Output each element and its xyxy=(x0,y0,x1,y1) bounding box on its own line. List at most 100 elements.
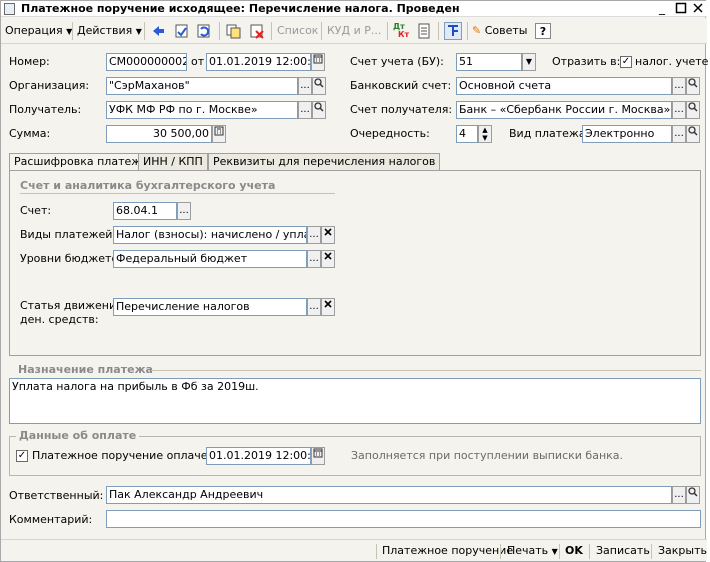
payment-type-select-button[interactable]: ... xyxy=(672,125,686,143)
organization-label: Организация: xyxy=(9,79,90,92)
payment-type-open-button[interactable] xyxy=(686,125,700,143)
operation-menu[interactable]: Операция ▼ xyxy=(5,22,72,40)
journal-button[interactable] xyxy=(415,22,433,40)
priority-field[interactable]: 4 xyxy=(456,125,478,143)
recipient-select-button[interactable]: ... xyxy=(298,101,312,119)
bank-account-open-button[interactable] xyxy=(686,77,700,95)
dropdown-arrow-icon: ▼ xyxy=(551,547,558,556)
payment-kind-clear-button[interactable] xyxy=(321,226,335,244)
move-back-button[interactable] xyxy=(149,22,167,40)
recipient-account-open-button[interactable] xyxy=(686,101,700,119)
spin-up-icon: ▲ xyxy=(482,126,488,134)
organization-open-button[interactable] xyxy=(312,77,326,95)
calendar-button[interactable] xyxy=(311,53,325,71)
recipient-open-button[interactable] xyxy=(312,101,326,119)
actions-menu[interactable]: Действия ▼ xyxy=(77,22,142,40)
help-button[interactable]: ? xyxy=(535,23,551,39)
budget-level-select-button[interactable]: ... xyxy=(307,250,321,268)
responsible-select-button[interactable]: ... xyxy=(672,486,686,504)
operation-label: Операция xyxy=(5,24,63,37)
payment-type-field[interactable]: Электронно xyxy=(582,125,672,143)
payment-order-print-button[interactable]: Платежное поручение xyxy=(382,543,513,559)
tab-tax-details[interactable]: Реквизиты для перечисления налогов xyxy=(208,153,441,171)
cash-flow-clear-button[interactable] xyxy=(321,298,335,316)
recipient-field[interactable]: УФК МФ РФ по г. Москве» xyxy=(106,101,298,119)
paid-checkbox[interactable]: ✓ xyxy=(16,450,28,462)
budget-level-label: Уровни бюджетов xyxy=(20,252,125,265)
chevron-down-icon: ▼ xyxy=(525,57,533,66)
print-menu-button[interactable]: Печать ▼ xyxy=(507,543,558,559)
responsible-open-button[interactable] xyxy=(686,486,700,504)
document-icon xyxy=(4,3,15,15)
account-bu-dropdown-button[interactable]: ▼ xyxy=(522,53,536,71)
calculator-button[interactable] xyxy=(212,125,226,143)
magnifier-icon xyxy=(688,78,698,88)
delete-document-icon xyxy=(250,24,264,39)
toolbar-separator xyxy=(219,22,220,40)
toolbar-separator xyxy=(72,22,73,40)
tax-accounting-checkbox[interactable]: ✓ xyxy=(620,56,632,68)
cash-flow-field[interactable]: Перечисление налогов xyxy=(113,298,307,316)
magnifier-icon xyxy=(688,126,698,136)
help-icon: ? xyxy=(539,25,547,38)
minimize-button[interactable]: _ xyxy=(655,2,669,15)
calculator-icon xyxy=(214,126,224,136)
post-document-icon xyxy=(175,24,188,38)
recipient-account-select-button[interactable]: ... xyxy=(672,101,686,119)
number-field[interactable]: СМ000000002 xyxy=(106,53,187,71)
save-button[interactable]: Записать xyxy=(596,543,650,559)
tips-icon: ✎ xyxy=(472,24,482,37)
delete-button[interactable] xyxy=(248,22,266,40)
command-separator xyxy=(376,544,377,559)
arrow-left-icon xyxy=(153,26,164,36)
close-window-button[interactable] xyxy=(691,2,705,15)
cash-flow-select-button[interactable]: ... xyxy=(307,298,321,316)
copy-button[interactable] xyxy=(224,22,242,40)
maximize-button[interactable] xyxy=(674,2,688,15)
tips-button[interactable]: ✎ Советы xyxy=(472,22,527,40)
clear-icon xyxy=(324,300,332,308)
toolbar-separator xyxy=(438,22,439,40)
command-separator xyxy=(500,544,501,559)
kud-button[interactable]: КУД и Р... xyxy=(327,22,381,40)
account-bu-field[interactable]: 51 xyxy=(456,53,522,71)
window-title: Платежное поручение исходящее: Перечисле… xyxy=(21,2,460,15)
tab-inn-kpp[interactable]: ИНН / КПП xyxy=(138,153,208,171)
analytics-account-field[interactable]: 68.04.1 xyxy=(113,202,177,220)
bank-account-field[interactable]: Основной счета xyxy=(456,77,672,95)
comment-label: Комментарий: xyxy=(9,513,93,526)
payment-kind-select-button[interactable]: ... xyxy=(307,226,321,244)
comment-field[interactable] xyxy=(106,510,701,528)
responsible-field[interactable]: Пак Александр Андреевич xyxy=(106,486,672,504)
paid-hint: Заполняется при поступлении выписки банк… xyxy=(351,449,624,462)
date-field[interactable]: 01.01.2019 12:00:06 xyxy=(206,53,311,71)
checkmark-icon: ✓ xyxy=(17,450,27,461)
actions-label: Действия xyxy=(77,24,133,37)
refresh-button[interactable] xyxy=(195,22,213,40)
purpose-textarea[interactable]: Уплата налога на прибыль в Фб за 2019ш. xyxy=(9,378,701,424)
paid-date-field[interactable]: 01.01.2019 12:00:06 xyxy=(206,447,311,465)
list-button[interactable]: Список xyxy=(277,22,318,40)
organization-select-button[interactable]: ... xyxy=(298,77,312,95)
recipient-account-field[interactable]: Банк – «Сбербанк России г. Москва» (Ра xyxy=(456,101,672,119)
priority-spinner[interactable]: ▲ ▼ xyxy=(478,125,492,143)
paid-date-calendar-button[interactable] xyxy=(311,447,325,465)
calendar-icon xyxy=(313,448,323,458)
analytics-account-select-button[interactable]: ... xyxy=(177,202,191,220)
ok-button[interactable]: OK xyxy=(565,543,583,559)
number-label: Номер: xyxy=(9,55,50,68)
post-button[interactable] xyxy=(173,22,191,40)
budget-level-clear-button[interactable] xyxy=(321,250,335,268)
bank-account-select-button[interactable]: ... xyxy=(672,77,686,95)
dtkt-button[interactable]: Дт Кт xyxy=(392,22,410,40)
responsible-label: Ответственный: xyxy=(9,489,104,502)
organization-field[interactable]: "СэрМаханов" xyxy=(106,77,298,95)
structure-button[interactable] xyxy=(444,22,462,40)
payment-kind-field[interactable]: Налог (взносы): начислено / уплачен xyxy=(113,226,307,244)
budget-level-field[interactable]: Федеральный бюджет xyxy=(113,250,307,268)
close-button[interactable]: Закрыть xyxy=(658,543,707,559)
purpose-divider xyxy=(151,370,701,371)
payment-section-title: Данные об оплате xyxy=(16,429,140,442)
tax-accounting-label: налог. учете xyxy=(635,55,709,68)
sum-field[interactable]: 30 500,00 xyxy=(106,125,212,143)
